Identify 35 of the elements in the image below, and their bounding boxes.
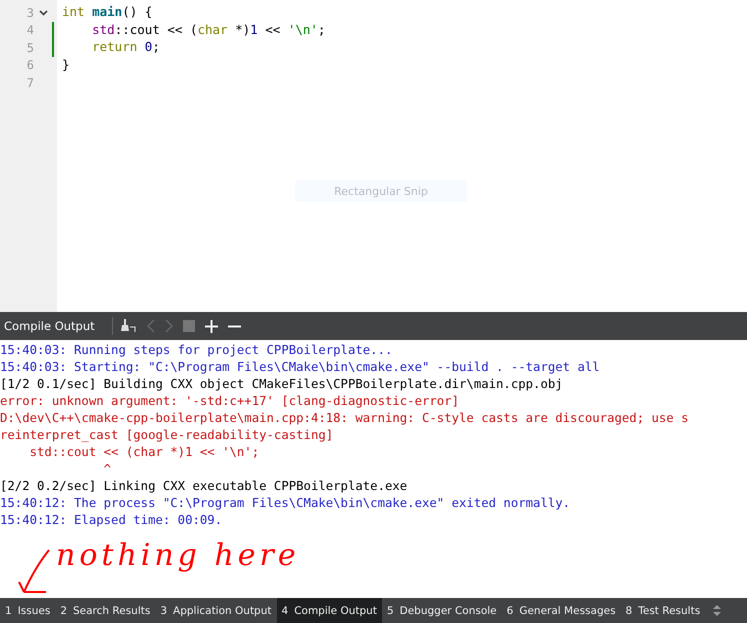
line-number: 7 (26, 76, 34, 90)
handwritten-note: nothing here (56, 538, 300, 573)
fold-chevron-icon[interactable] (38, 10, 48, 16)
pane-tab[interactable]: 5 Debugger Console (382, 598, 502, 623)
output-line: error: unknown argument: '-std:c++17' [clang-diagnostic-error] (0, 394, 460, 408)
line-number: 3 (26, 6, 34, 20)
snip-overlay: Rectangular Snip (295, 180, 467, 202)
pane-tab[interactable]: 2 Search Results (55, 598, 156, 623)
output-line: 15:40:12: Elapsed time: 00:09. (0, 513, 222, 527)
output-line: 15:40:03: Starting: "C:\Program Files\CMake\bin\cmake.exe" --build . --target all (0, 360, 600, 374)
broom-icon[interactable] (121, 319, 137, 333)
up-down-arrows-icon[interactable] (713, 605, 722, 616)
line-number: 6 (26, 58, 34, 72)
code-line: return 0; (91, 39, 160, 54)
plus-icon[interactable] (205, 320, 218, 332)
line-number: 4 (26, 23, 34, 38)
pane-tab[interactable]: 4 Compile Output (276, 598, 382, 623)
pane-tab[interactable]: 3 Application Output (155, 598, 276, 623)
output-line: std::cout << (char *)1 << '\n'; (28, 445, 260, 459)
output-line: ^ (102, 462, 112, 476)
output-line: 15:40:12: The process "C:\Program Files\CMake\bin\cmake.exe" exited normally. (0, 496, 570, 510)
code-line: std::cout << (char *)1 << '\n'; (91, 22, 326, 36)
code-line: } (62, 56, 70, 72)
pane-tab[interactable]: 8 Test Results (620, 598, 706, 623)
output-line: reinterpret_cast [google-readability-casting] (0, 428, 334, 442)
pane-title: Compile Output (4, 319, 96, 333)
output-line: [1/2 0.1/sec] Building CXX object CMakeFiles\CPPBoilerplate.dir\main.cpp.obj (0, 377, 563, 391)
output-line: 15:40:03: Running steps for project CPPBoilerplate... (0, 343, 392, 357)
code-line: int main() { (62, 4, 152, 19)
output-line: [2/2 0.2/sec] Linking CXX executable CPPBoilerplate.exe (0, 479, 408, 493)
line-number: 5 (26, 40, 34, 55)
pane-tab[interactable]: 6 General Messages (502, 598, 621, 623)
arrow-annotation-icon (16, 548, 52, 596)
output-line: D:\dev\C++\cmake-cpp-boilerplate\main.cpp:4:18: warning: C-style casts are discouraged; use s (0, 411, 689, 425)
pane-tab[interactable]: 1 Issues (0, 598, 56, 623)
